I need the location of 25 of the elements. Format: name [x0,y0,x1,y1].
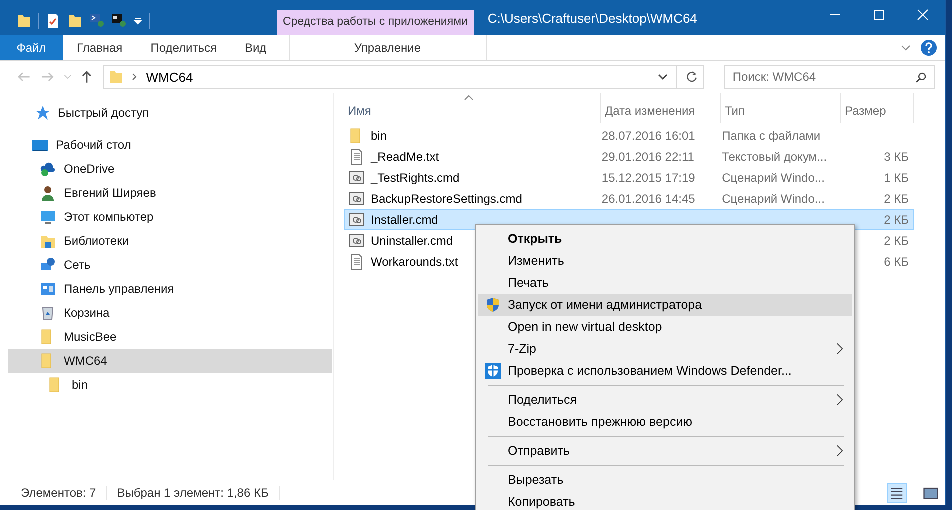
file-name: bin [371,128,388,142]
file-name: BackupRestoreSettings.cmd [371,192,522,206]
file-date: 15.12.2015 17:19 [602,170,696,184]
file-date: 28.07.2016 16:01 [602,128,696,142]
file-type: Сценарий Windo... [722,192,825,206]
file-size: 3 КБ [884,150,909,164]
file-size: 2 КБ [884,212,909,226]
file-size: 1 КБ [884,170,909,184]
item-count: Элементов: 7 [21,486,96,500]
file-name: Workarounds.txt [371,254,458,268]
selection-info: Выбран 1 элемент: 1,86 КБ [117,486,269,500]
file-date: 29.01.2016 22:11 [602,150,694,164]
file-type: Текстовый докум... [722,150,828,164]
file-size: 2 КБ [884,234,909,248]
file-name: Installer.cmd [371,212,438,226]
window-title: C:\Users\Craftuser\Desktop\WMC64 [486,11,698,28]
file-type: Сценарий Windo... [722,170,825,184]
file-date: 26.01.2016 14:45 [602,192,696,206]
file-name: _TestRights.cmd [371,170,460,184]
file-name: Uninstaller.cmd [371,234,454,248]
file-name: _ReadMe.txt [371,150,440,164]
file-size: 2 КБ [884,192,909,206]
file-type: Папка с файлами [722,128,821,142]
context-tab-group: Средства работы с приложениями [277,10,474,35]
file-size: 6 КБ [884,254,909,268]
